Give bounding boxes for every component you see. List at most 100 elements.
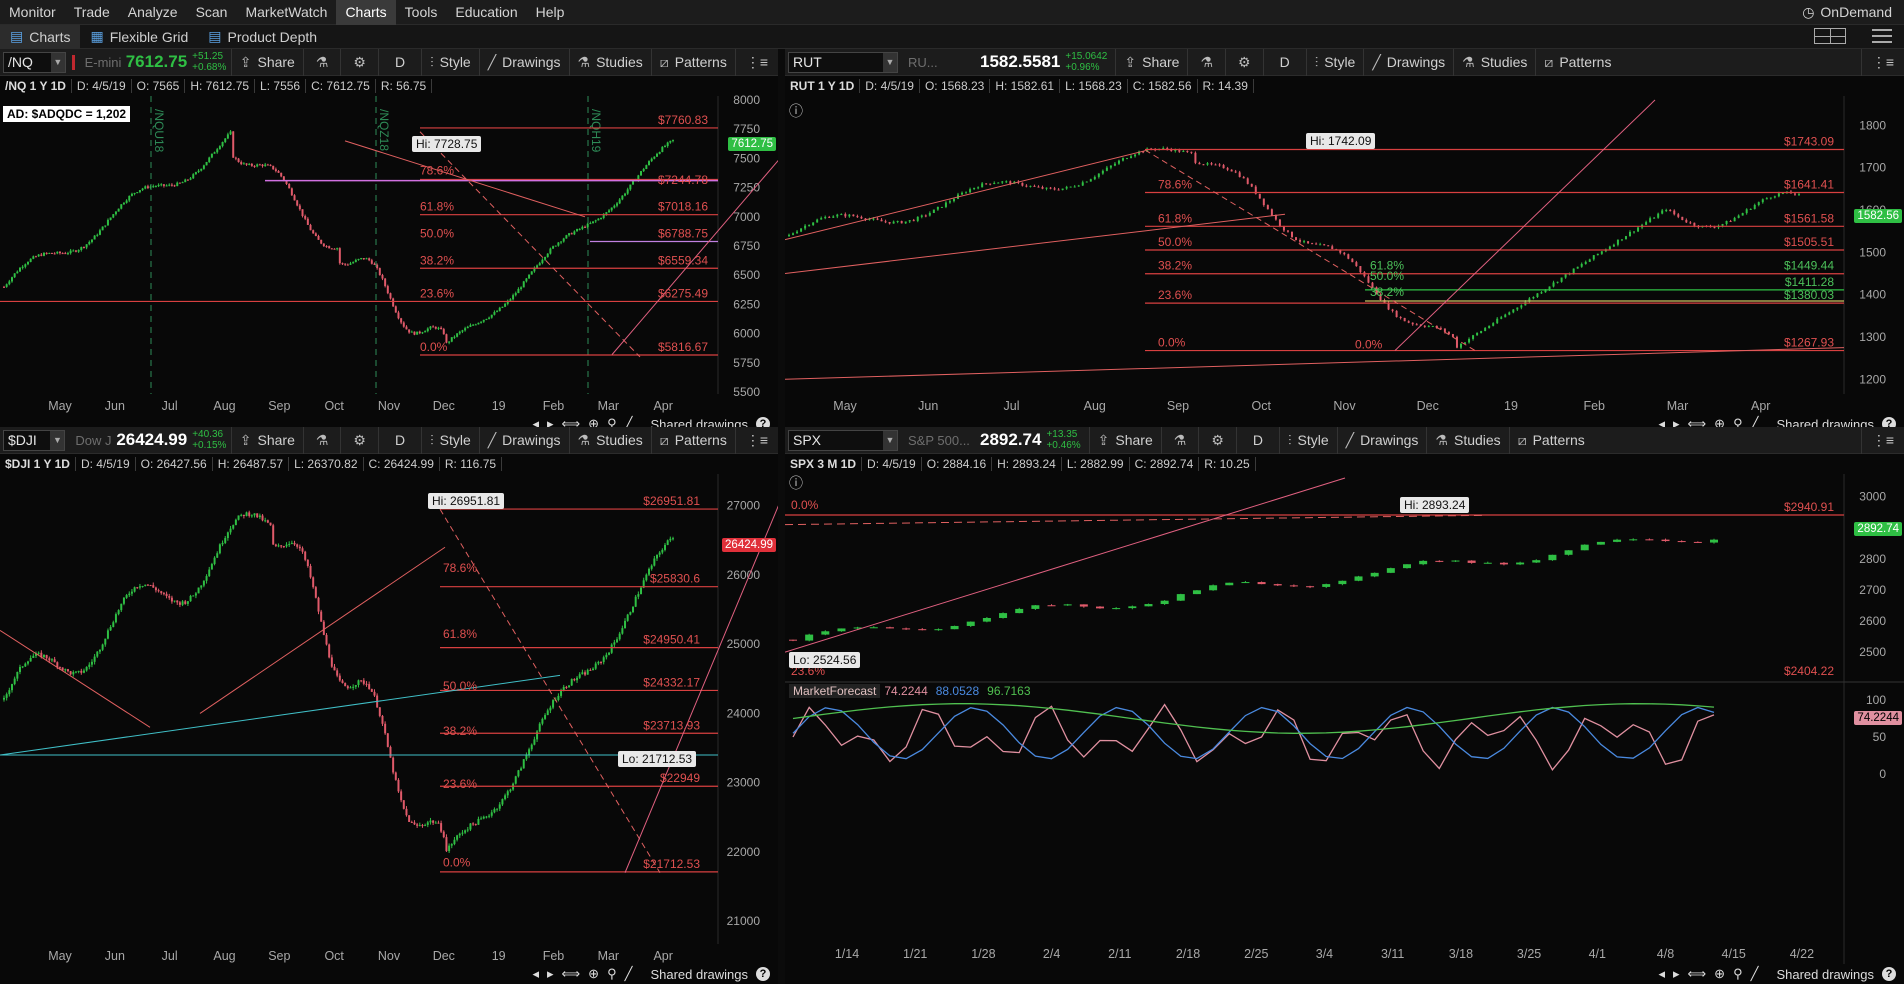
draw-line-icon[interactable]: ╱: [625, 966, 633, 982]
alert-icon[interactable]: ⓘ: [789, 101, 803, 121]
y-tick-label: 1700: [1859, 161, 1886, 175]
candle-body: [924, 215, 927, 217]
menu-charts[interactable]: Charts: [336, 0, 396, 25]
x-tick-label: Feb: [1583, 399, 1605, 413]
trendline[interactable]: [785, 514, 1486, 526]
alert-icon[interactable]: ⓘ: [789, 473, 803, 493]
help-icon[interactable]: ?: [1882, 967, 1896, 981]
candle-body: [812, 222, 815, 226]
zoom-icon[interactable]: ⚲: [607, 966, 617, 982]
chart-panel-dji: $DJI▼Dow J...26424.99+40.36+0.15%⇪Share⚗…: [0, 427, 778, 984]
candle-body: [965, 192, 968, 194]
candle-body: [557, 242, 560, 246]
menu-trade[interactable]: Trade: [65, 0, 119, 25]
help-icon[interactable]: ?: [756, 967, 770, 981]
pan-icon[interactable]: ⟺: [1688, 966, 1707, 982]
candle-body: [1015, 608, 1024, 614]
candle-body: [88, 664, 91, 667]
trendline[interactable]: [0, 629, 151, 728]
candle-body: [1323, 244, 1326, 246]
lo-label: Lo: 21712.53: [618, 751, 697, 767]
menu-analyze[interactable]: Analyze: [119, 0, 187, 25]
candle-body: [418, 331, 421, 334]
target-icon[interactable]: ⊕: [588, 966, 599, 982]
scroll-left-icon[interactable]: ◂: [532, 966, 539, 982]
candle-body: [928, 212, 931, 216]
x-tick-label: 19: [492, 399, 506, 413]
menu-marketwatch[interactable]: MarketWatch: [236, 0, 336, 25]
layout-menu-icon[interactable]: [1872, 29, 1892, 43]
scroll-right-icon[interactable]: ▸: [1673, 966, 1680, 982]
candle-body: [136, 192, 139, 194]
candle-body: [1359, 266, 1362, 273]
candle-body: [1266, 205, 1269, 210]
candle-body: [98, 230, 101, 235]
draw-line-icon[interactable]: ╱: [1751, 966, 1759, 982]
candle-body: [208, 569, 211, 577]
trendline[interactable]: [785, 213, 1286, 275]
candle-body: [133, 192, 136, 194]
scroll-right-icon[interactable]: ▸: [547, 966, 554, 982]
candle-body: [1419, 560, 1428, 565]
trendline[interactable]: [785, 477, 1346, 653]
candle-body: [1733, 217, 1736, 222]
candle-body: [1206, 163, 1209, 165]
menu-monitor[interactable]: Monitor: [0, 0, 65, 25]
candle-body: [1077, 185, 1080, 187]
menu-scan[interactable]: Scan: [187, 0, 237, 25]
subtab-flexible-grid[interactable]: ▦ Flexible Grid: [80, 25, 198, 49]
candle-body: [1793, 193, 1796, 195]
candle-body: [125, 200, 128, 203]
shared-drawings-button[interactable]: Shared drawings: [650, 967, 748, 982]
depth-icon: ▤: [208, 28, 222, 44]
candle-body: [112, 622, 115, 628]
candle-body: [1540, 292, 1543, 294]
trendline[interactable]: [785, 347, 1845, 380]
candle-body: [869, 627, 878, 629]
candle-body: [1194, 152, 1197, 163]
candle-body: [821, 631, 830, 635]
candle-body: [464, 830, 467, 833]
trendline[interactable]: [199, 546, 446, 714]
x-tick-label: Sep: [268, 949, 290, 963]
trendline[interactable]: [1394, 99, 1656, 351]
candle-body: [586, 669, 589, 675]
scroll-left-icon[interactable]: ◂: [1658, 966, 1665, 982]
candle-body: [328, 644, 331, 658]
mf-axis-label: 0: [1879, 767, 1886, 781]
fib-percent-label: 78.6%: [443, 561, 477, 575]
price-chart[interactable]: 27000 26000 25000 24000 23000 22000 21000 May Ju…: [0, 427, 778, 964]
candle-body: [982, 617, 991, 622]
price-chart[interactable]: 8000 7750 7500 7250 7000 6750 6500 6250 6000 5750…: [0, 49, 778, 414]
shared-drawings-button[interactable]: Shared drawings: [1776, 967, 1874, 982]
menu-help[interactable]: Help: [527, 0, 574, 25]
candle-body: [920, 215, 923, 217]
candle-body: [176, 182, 179, 187]
pan-icon[interactable]: ⟺: [562, 966, 581, 982]
candle-body: [42, 252, 45, 256]
candle-body: [213, 557, 216, 565]
price-chart[interactable]: 1800170016001500140013001200MayJunJulAug…: [785, 49, 1904, 414]
subtab-product-depth[interactable]: ▤ Product Depth: [198, 25, 327, 49]
candle-body: [570, 679, 573, 686]
candle-body: [1488, 325, 1491, 329]
fib-value-label: $1505.51: [1784, 235, 1834, 249]
subtab-charts[interactable]: ▤ Charts: [0, 24, 81, 49]
candle-body: [122, 597, 125, 604]
menu-education[interactable]: Education: [446, 0, 526, 25]
candle-body: [53, 253, 56, 255]
candle-body: [245, 512, 248, 517]
layout-grid-icon[interactable]: [1814, 28, 1846, 44]
candle-body: [88, 241, 91, 245]
target-icon[interactable]: ⊕: [1714, 966, 1725, 982]
candle-body: [1713, 227, 1716, 229]
candle-body: [1311, 243, 1314, 245]
ondemand-button[interactable]: ◷ OnDemand: [1802, 0, 1892, 25]
candle-body: [296, 200, 299, 206]
zoom-icon[interactable]: ⚲: [1733, 966, 1743, 982]
trendline[interactable]: [785, 150, 1146, 241]
candle-body: [69, 250, 72, 254]
candle-body: [210, 153, 213, 158]
candle-body: [1499, 562, 1508, 565]
menu-tools[interactable]: Tools: [396, 0, 447, 25]
